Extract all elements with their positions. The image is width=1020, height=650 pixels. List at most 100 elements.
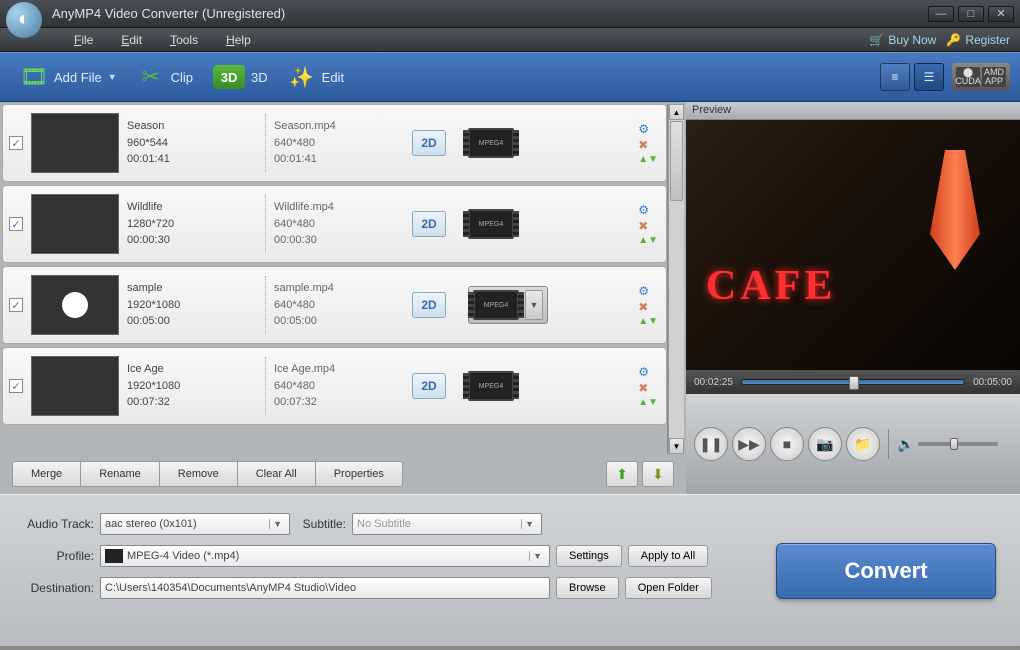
seek-slider[interactable] [741,379,965,385]
clip-button[interactable]: ✂ Clip [127,57,203,97]
output-info: Ice Age.mp4640*48000:07:32 [274,361,404,411]
open-folder-button[interactable]: Open Folder [625,577,712,599]
pause-button[interactable]: ❚❚ [694,427,728,461]
row-checkbox[interactable]: ✓ [9,136,23,150]
profile-select[interactable]: MPEG-4 Video (*.mp4)▼ [100,545,550,567]
delete-icon[interactable]: ✖ [638,300,658,314]
volume-slider[interactable] [918,442,998,446]
window-title: AnyMP4 Video Converter (Unregistered) [52,6,285,21]
browse-button[interactable]: Browse [556,577,619,599]
cart-icon: 🛒 [869,33,884,47]
time-bar: 00:02:25 00:05:00 [686,370,1020,394]
close-button[interactable]: ✕ [988,6,1014,22]
input-info: sample1920*108000:05:00 [127,280,257,330]
thumbnail [31,275,119,335]
preview-header: Preview [686,102,1020,120]
destination-label: Destination: [14,581,94,595]
merge-button[interactable]: Merge [12,461,81,487]
delete-icon[interactable]: ✖ [638,381,658,395]
audiotrack-select[interactable]: aac stereo (0x101)▼ [100,513,290,535]
output-info: Wildlife.mp4640*48000:00:30 [274,199,404,249]
move-down-button[interactable]: ⬇ [642,461,674,487]
format-badge[interactable]: MPEG4 [473,290,519,320]
menu-tools[interactable]: Tools [156,30,212,50]
clear-all-button[interactable]: Clear All [237,461,316,487]
apply-to-all-button[interactable]: Apply to All [628,545,708,567]
edit-button[interactable]: ✨ Edit [278,57,354,97]
row-checkbox[interactable]: ✓ [9,298,23,312]
3d-icon: 3D [213,65,245,89]
thumbnail [31,356,119,416]
profile-label: Profile: [14,549,94,563]
convert-button[interactable]: Convert [776,543,996,599]
preview-screen: CAFE [686,120,1020,370]
forward-button[interactable]: ▶▶ [732,427,766,461]
file-row[interactable]: ✓ Wildlife1280*72000:00:30 Wildlife.mp46… [2,185,667,263]
list-actions: Merge Rename Remove Clear All Properties… [2,454,684,494]
format-badge[interactable]: MPEG4 [468,128,514,158]
buy-now-link[interactable]: 🛒Buy Now [869,33,936,47]
file-row[interactable]: ✓ Ice Age1920*108000:07:32 Ice Age.mp464… [2,347,667,425]
input-info: Season960*54400:01:41 [127,118,257,168]
file-row[interactable]: ✓ sample1920*108000:05:00 sample.mp4640*… [2,266,667,344]
gear-icon[interactable]: ⚙ [638,284,658,298]
row-arrows-icon[interactable]: ▲▼ [638,154,658,165]
input-info: Wildlife1280*72000:00:30 [127,199,257,249]
remove-button[interactable]: Remove [159,461,238,487]
file-row[interactable]: ✓ Season960*54400:01:41 Season.mp4640*48… [2,104,667,182]
subtitle-label: Subtitle: [296,517,346,531]
audiotrack-label: Audio Track: [14,517,94,531]
properties-button[interactable]: Properties [315,461,403,487]
format-caret[interactable]: ▼ [525,290,543,320]
minimize-button[interactable]: — [928,6,954,22]
settings-button[interactable]: Settings [556,545,622,567]
scroll-thumb[interactable] [670,121,683,201]
2d-button[interactable]: 2D [412,292,446,318]
2d-button[interactable]: 2D [412,211,446,237]
list-view-button[interactable]: ≡ [880,63,910,91]
seek-handle[interactable] [849,376,859,390]
detail-view-button[interactable]: ☰ [914,63,944,91]
status-bar [0,646,1020,650]
menu-file[interactable]: File [60,30,107,50]
volume-handle[interactable] [950,438,958,450]
move-up-button[interactable]: ⬆ [606,461,638,487]
row-checkbox[interactable]: ✓ [9,217,23,231]
menu-edit[interactable]: Edit [107,30,156,50]
row-checkbox[interactable]: ✓ [9,379,23,393]
scrollbar[interactable]: ▲ ▼ [668,104,684,454]
format-icon [105,549,123,563]
row-arrows-icon[interactable]: ▲▼ [638,316,658,327]
add-file-icon: 🎞 [20,63,48,91]
add-file-button[interactable]: 🎞 Add File ▼ [10,57,127,97]
open-folder-button[interactable]: 📁 [846,427,880,461]
volume-icon[interactable]: 🔊 [897,436,914,453]
chevron-down-icon: ▼ [108,72,117,82]
snapshot-button[interactable]: 📷 [808,427,842,461]
app-logo-icon: ◐ [6,2,42,38]
time-current: 00:02:25 [694,377,733,388]
menu-help[interactable]: Help [212,30,265,50]
time-total: 00:05:00 [973,377,1012,388]
player-controls: ❚❚ ▶▶ ■ 📷 📁 🔊 [686,394,1020,494]
subtitle-select[interactable]: No Subtitle▼ [352,513,542,535]
gear-icon[interactable]: ⚙ [638,365,658,379]
3d-button[interactable]: 3D 3D [203,59,278,95]
rename-button[interactable]: Rename [80,461,160,487]
2d-button[interactable]: 2D [412,130,446,156]
destination-input[interactable]: C:\Users\140354\Documents\AnyMP4 Studio\… [100,577,550,599]
2d-button[interactable]: 2D [412,373,446,399]
maximize-button[interactable]: □ [958,6,984,22]
row-arrows-icon[interactable]: ▲▼ [638,235,658,246]
row-arrows-icon[interactable]: ▲▼ [638,397,658,408]
format-badge[interactable]: MPEG4 [468,371,514,401]
scroll-up-button[interactable]: ▲ [669,104,684,120]
scroll-down-button[interactable]: ▼ [669,438,684,454]
gear-icon[interactable]: ⚙ [638,122,658,136]
delete-icon[interactable]: ✖ [638,138,658,152]
register-link[interactable]: 🔑Register [946,33,1010,47]
stop-button[interactable]: ■ [770,427,804,461]
delete-icon[interactable]: ✖ [638,219,658,233]
gear-icon[interactable]: ⚙ [638,203,658,217]
format-badge[interactable]: MPEG4 [468,209,514,239]
